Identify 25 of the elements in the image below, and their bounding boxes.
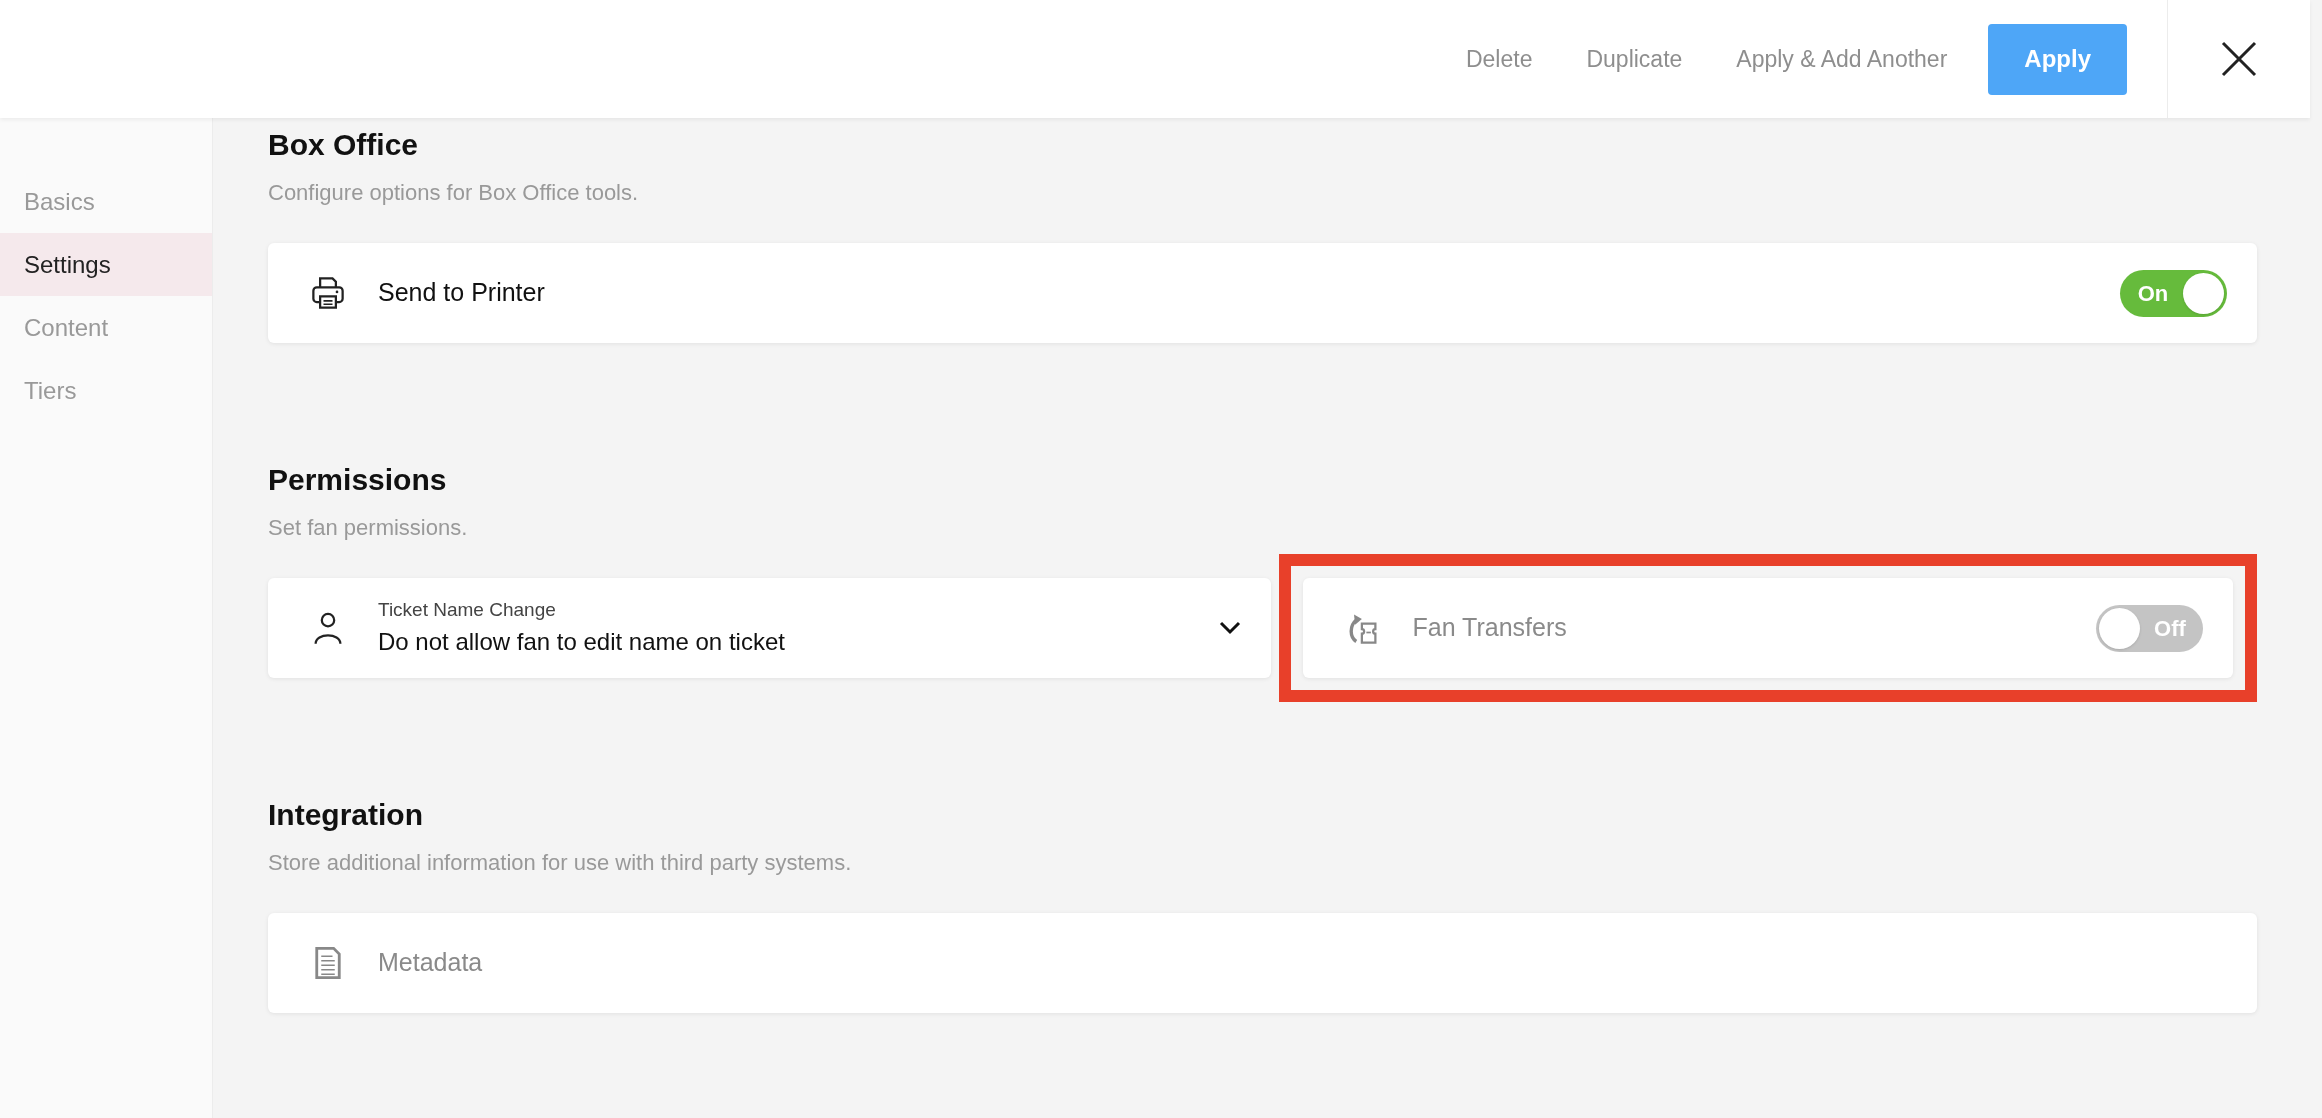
section-description: Store additional information for use with third party systems. xyxy=(268,849,853,877)
chevron-down-icon xyxy=(1218,621,1241,635)
select-field[interactable]: Ticket Name Change Do not allow fan to edit name on ticket xyxy=(268,578,1271,678)
field-value: Do not allow fan to edit name on ticket xyxy=(378,627,786,658)
sidebar-item[interactable]: Tiers xyxy=(0,359,212,422)
apply-button[interactable]: Apply xyxy=(1988,23,2127,95)
toolbar-link[interactable]: Duplicate xyxy=(1559,41,1710,77)
section-title: Integration xyxy=(268,797,424,833)
sidebar-item[interactable]: Content xyxy=(0,296,212,359)
section-title: Permissions xyxy=(268,462,448,498)
toolbar-link[interactable]: Apply & Add Another xyxy=(1709,41,1975,77)
printer-icon xyxy=(310,275,346,311)
setting-label: Send to Printer xyxy=(378,277,546,309)
setting-label: Metadata xyxy=(378,947,484,979)
section-title: Box Office xyxy=(268,127,420,163)
toolbar-link[interactable]: Delete xyxy=(1438,41,1560,77)
sidebar-item[interactable]: Settings xyxy=(0,233,212,296)
section-description: Configure options for Box Office tools. xyxy=(268,179,640,207)
section-description: Set fan permissions. xyxy=(268,514,469,542)
setting-label: Fan Transfers xyxy=(1412,612,1568,644)
close-icon xyxy=(2219,39,2259,79)
field-label: Ticket Name Change xyxy=(378,597,557,622)
toggle-switch[interactable]: On xyxy=(2120,269,2227,317)
sidebar-item[interactable]: Basics xyxy=(0,170,212,233)
setting-card[interactable]: Send to Printer On xyxy=(268,243,2257,343)
